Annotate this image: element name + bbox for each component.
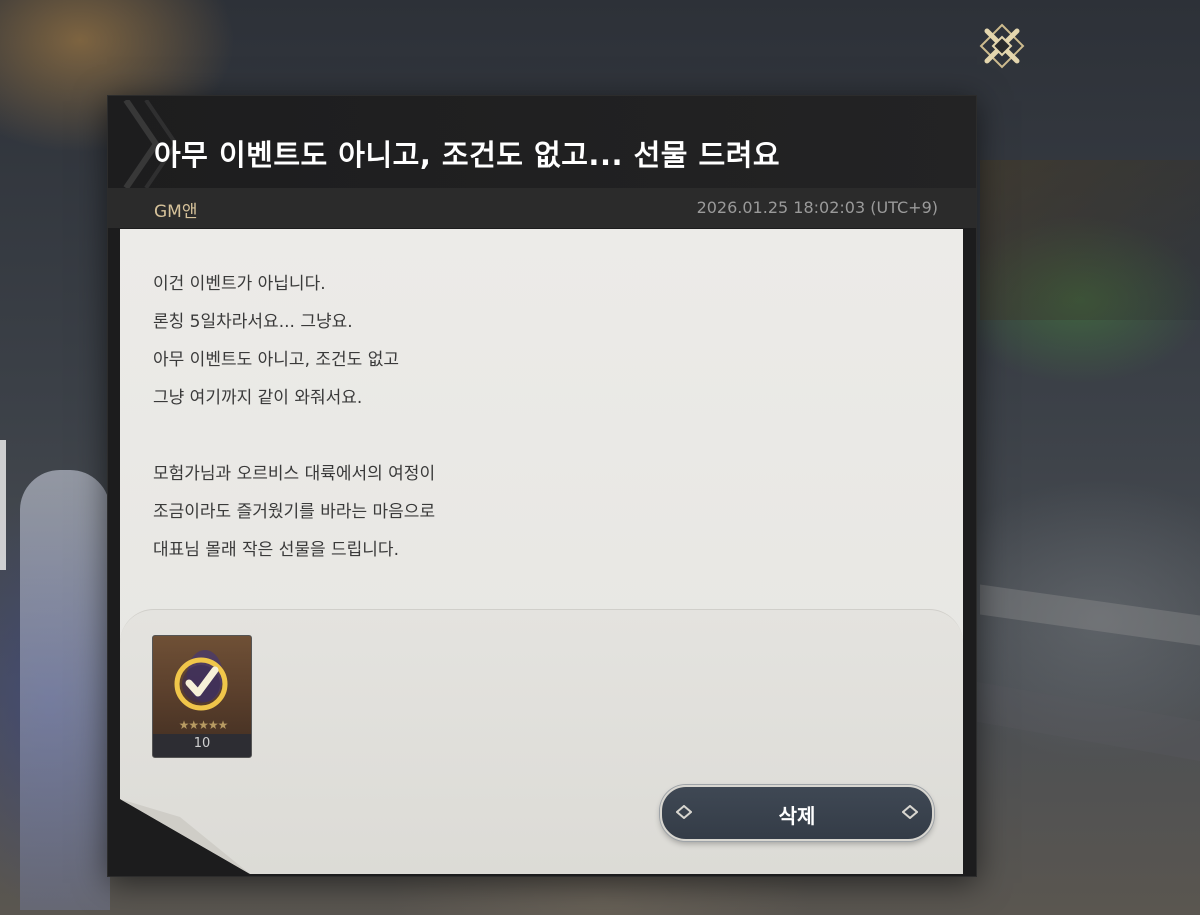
mail-header: 아무 이벤트도 아니고, 조건도 없고... 선물 드려요 xyxy=(108,96,976,188)
body-line: 대표님 몰래 작은 선물을 드립니다. xyxy=(153,540,399,560)
body-line: 조금이라도 즐거웠기를 바라는 마음으로 xyxy=(153,502,436,522)
delete-button-label: 삭제 xyxy=(778,804,816,828)
page-curl-decoration xyxy=(120,799,250,874)
background-shape xyxy=(980,584,1200,646)
mail-body-paper: 이건 이벤트가 아닙니다. 론칭 5일차라서요... 그냥요. 아무 이벤트도 … xyxy=(120,229,963,874)
body-line: 론칭 5일차라서요... 그냥요. xyxy=(153,312,353,332)
mail-sender: GM앤 xyxy=(154,202,198,222)
mail-title: 아무 이벤트도 아니고, 조건도 없고... 선물 드려요 xyxy=(154,138,781,172)
reward-item-slot[interactable]: ★★★★★ 10 xyxy=(152,635,252,758)
mail-timestamp: 2026.01.25 18:02:03 (UTC+9) xyxy=(696,198,938,217)
diamond-ornament-icon xyxy=(902,805,918,819)
background-character xyxy=(20,470,110,910)
mail-dialog: 아무 이벤트도 아니고, 조건도 없고... 선물 드려요 GM앤 2026.0… xyxy=(107,95,977,877)
body-line: 아무 이벤트도 아니고, 조건도 없고 xyxy=(153,350,399,370)
close-button[interactable] xyxy=(978,22,1026,70)
mail-meta-bar: GM앤 2026.01.25 18:02:03 (UTC+9) xyxy=(108,188,976,228)
body-line: 그냥 여기까지 같이 와줘서요. xyxy=(153,388,363,408)
body-line: 이건 이벤트가 아닙니다. xyxy=(153,274,326,294)
body-line: 모험가님과 오르비스 대륙에서의 여정이 xyxy=(153,464,436,484)
reward-count: 10 xyxy=(193,736,211,751)
body-line xyxy=(153,417,435,455)
background-shape xyxy=(960,678,1200,762)
reward-star-rating: ★★★★★ xyxy=(178,718,229,732)
close-x-icon xyxy=(979,23,1025,69)
mail-body: 이건 이벤트가 아닙니다. 론칭 5일차라서요... 그냥요. 아무 이벤트도 … xyxy=(153,265,435,569)
delete-button[interactable]: 삭제 xyxy=(660,785,934,841)
